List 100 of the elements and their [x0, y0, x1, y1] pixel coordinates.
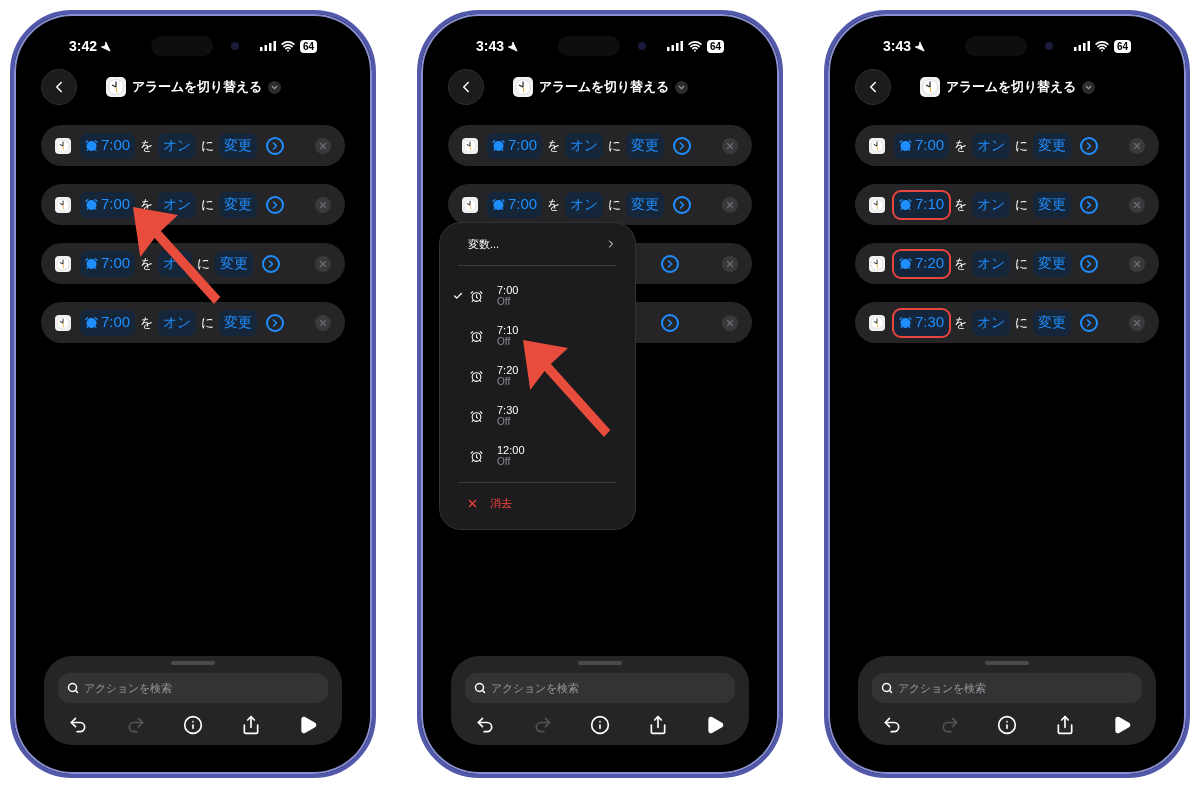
action-token[interactable]: 変更: [1033, 309, 1072, 336]
action-token[interactable]: 変更: [1033, 191, 1072, 218]
action-token[interactable]: 変更: [219, 132, 258, 159]
menu-item[interactable]: 変数...: [440, 229, 635, 259]
action-token[interactable]: 変更: [215, 250, 254, 277]
menu-item[interactable]: 7:30 Off: [440, 396, 635, 436]
camera-lens: [1045, 42, 1054, 50]
signal-icon: [259, 41, 276, 51]
action-token[interactable]: 変更: [219, 191, 258, 218]
particle-text: に: [1015, 313, 1029, 332]
menu-item[interactable]: 7:10 Off: [440, 316, 635, 356]
menu-item[interactable]: 7:00 Off: [440, 276, 635, 316]
chevron-down-icon[interactable]: [1081, 80, 1095, 94]
remove-icon[interactable]: [722, 196, 738, 213]
search-field[interactable]: アクションを検索: [872, 673, 1142, 703]
back-button[interactable]: [448, 69, 484, 105]
alarm-token[interactable]: 7:00: [487, 132, 543, 159]
battery-indicator: 64: [1113, 39, 1131, 53]
alarm-token[interactable]: 7:10: [894, 191, 950, 218]
undo-icon[interactable]: [882, 715, 902, 735]
menu-item-time: 7:10: [497, 324, 519, 336]
camera-lens: [638, 42, 647, 50]
particle-text: を: [140, 136, 154, 155]
alarm-clock-icon: [85, 316, 98, 329]
particle-text: に: [197, 254, 211, 273]
particle-text: を: [547, 195, 561, 214]
alarm-token[interactable]: 7:00: [80, 309, 136, 336]
state-token[interactable]: オン: [158, 309, 197, 336]
action-token[interactable]: 変更: [626, 132, 665, 159]
remove-icon[interactable]: [722, 255, 738, 272]
chevron-down-icon[interactable]: [674, 80, 688, 94]
back-button[interactable]: [855, 69, 891, 105]
particle-text: を: [140, 254, 154, 273]
action-token[interactable]: 変更: [1033, 132, 1072, 159]
info-icon[interactable]: [590, 715, 610, 735]
undo-icon[interactable]: [68, 715, 88, 735]
status-time: 3:42: [69, 36, 98, 56]
search-icon: [67, 682, 79, 694]
info-icon[interactable]: [997, 715, 1017, 735]
remove-icon[interactable]: [1129, 137, 1145, 154]
clock-app-icon: [869, 196, 885, 213]
remove-icon[interactable]: [722, 314, 738, 331]
remove-icon[interactable]: [315, 196, 331, 213]
search-icon: [474, 682, 486, 694]
menu-item-label: 消去: [490, 495, 512, 511]
remove-icon[interactable]: [315, 255, 331, 272]
state-token[interactable]: オン: [972, 250, 1011, 277]
state-token[interactable]: オン: [972, 191, 1011, 218]
clock-app-icon: [869, 255, 885, 272]
alarm-token[interactable]: 7:00: [80, 132, 136, 159]
status-time: 3:43: [476, 36, 505, 56]
shortcut-title: アラームを切り替える: [945, 78, 1076, 97]
play-icon[interactable]: [298, 715, 318, 735]
clock-app-icon: [869, 137, 885, 154]
back-button[interactable]: [41, 69, 77, 105]
location-icon: [507, 40, 519, 52]
remove-icon[interactable]: [315, 137, 331, 154]
remove-icon[interactable]: [315, 314, 331, 331]
action-token[interactable]: 変更: [626, 191, 665, 218]
alarm-token[interactable]: 7:00: [894, 132, 950, 159]
menu-item[interactable]: 12:00 Off: [440, 436, 635, 476]
menu-item-time: 12:00: [497, 444, 525, 456]
state-token[interactable]: オン: [158, 132, 197, 159]
info-icon[interactable]: [183, 715, 203, 735]
action-token[interactable]: 変更: [1033, 250, 1072, 277]
alarm-token[interactable]: 7:00: [80, 250, 136, 277]
clock-app-icon: [55, 255, 71, 272]
location-icon: [914, 40, 926, 52]
play-icon[interactable]: [705, 715, 725, 735]
camera-lens: [231, 42, 240, 50]
particle-text: を: [954, 195, 968, 214]
remove-icon[interactable]: [722, 137, 738, 154]
particle-text: に: [1015, 195, 1029, 214]
menu-item-status: Off: [497, 296, 512, 308]
chevron-down-icon[interactable]: [267, 80, 281, 94]
remove-icon[interactable]: [1129, 255, 1145, 272]
state-token[interactable]: オン: [158, 191, 197, 218]
state-token[interactable]: オン: [565, 191, 604, 218]
particle-text: に: [608, 195, 622, 214]
play-icon[interactable]: [1112, 715, 1132, 735]
alarm-clock-icon: [899, 139, 912, 152]
alarm-token[interactable]: 7:30: [894, 309, 950, 336]
alarm-token[interactable]: 7:00: [80, 191, 136, 218]
state-token[interactable]: オン: [972, 132, 1011, 159]
menu-item[interactable]: 7:20 Off: [440, 356, 635, 396]
undo-icon[interactable]: [475, 715, 495, 735]
remove-icon[interactable]: [1129, 196, 1145, 213]
alarm-clock-icon: [470, 409, 483, 423]
remove-icon[interactable]: [1129, 314, 1145, 331]
search-field[interactable]: アクションを検索: [58, 673, 328, 703]
wifi-icon: [1094, 39, 1109, 53]
alarm-token[interactable]: 7:20: [894, 250, 950, 277]
alarm-token[interactable]: 7:00: [487, 191, 543, 218]
menu-item-status: Off: [497, 336, 512, 348]
action-token[interactable]: 変更: [219, 309, 258, 336]
state-token[interactable]: オン: [972, 309, 1011, 336]
search-field[interactable]: アクションを検索: [465, 673, 735, 703]
state-token[interactable]: オン: [565, 132, 604, 159]
clock-app-icon: [55, 196, 71, 213]
menu-item[interactable]: 消去: [440, 483, 635, 523]
